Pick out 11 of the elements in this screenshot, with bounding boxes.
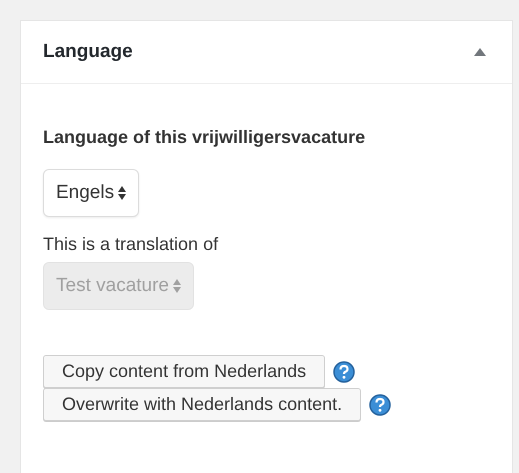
panel-title: Language [43,40,133,64]
collapse-toggle-icon[interactable] [474,48,486,56]
help-icon[interactable] [333,360,356,382]
field-label: This is a translation of [43,233,220,256]
field-label: Language of this vrijwilligersvacature [43,126,366,149]
sort-arrows-icon [173,279,181,293]
sort-arrows-icon [118,186,126,200]
select-field[interactable]: Engels [43,169,140,217]
action-button[interactable]: Copy content from Nederlands [43,355,326,388]
action-button[interactable]: Overwrite with Nederlands content. [43,388,362,421]
help-icon[interactable] [369,394,392,416]
